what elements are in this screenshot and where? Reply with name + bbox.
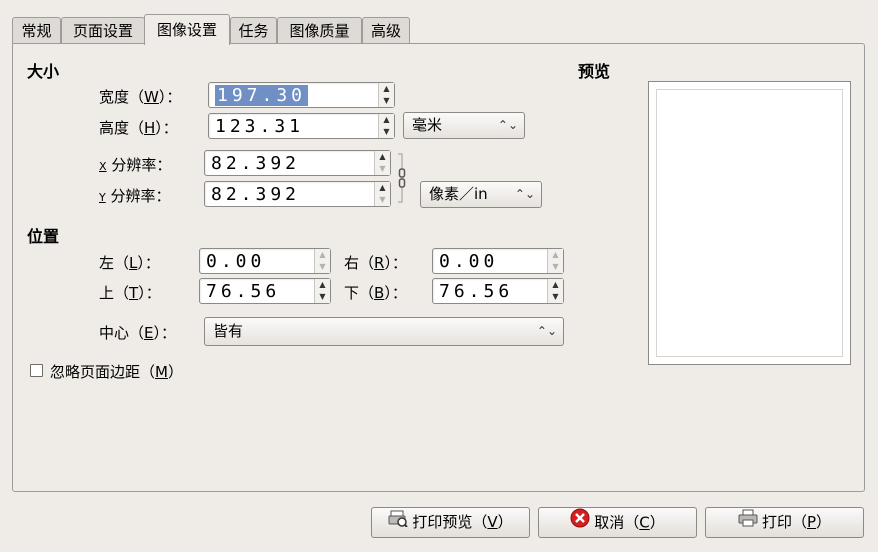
spin-up-icon: ▲ (379, 152, 386, 161)
tab-advanced[interactable]: 高级 (362, 17, 410, 43)
left-value: 0.00 (206, 251, 266, 272)
left-spin-arrows[interactable]: ▲ ▼ (314, 249, 330, 273)
height-spin-arrows[interactable]: ▲ ▼ (378, 114, 394, 138)
width-label: 宽度（W）： (99, 88, 182, 106)
top-spinbox[interactable]: 76.56 ▲ ▼ (199, 278, 331, 304)
spin-up-icon: ▲ (379, 183, 386, 192)
cancel-button[interactable]: 取消（C） (538, 507, 697, 538)
bottom-spinbox[interactable]: 76.56 ▲ ▼ (432, 278, 564, 304)
tab-label: 图像质量 (289, 22, 350, 40)
preview-area (648, 81, 851, 365)
y-resolution-value: 82.392 (211, 184, 301, 205)
spin-up-icon: ▲ (552, 250, 559, 259)
x-resolution-label: X 分辨率： (99, 156, 172, 174)
tab-general[interactable]: 常规 (12, 17, 61, 43)
ignore-margins-checkbox[interactable] (30, 364, 43, 377)
height-value: 123.31 (215, 116, 305, 137)
tab-label: 页面设置 (72, 22, 133, 40)
spin-down-icon: ▼ (379, 195, 386, 204)
spin-down-icon: ▼ (319, 292, 326, 301)
spin-down-icon: ▼ (383, 127, 390, 136)
spin-down-icon: ▼ (552, 262, 559, 271)
preview-heading: 预览 (578, 62, 611, 81)
preview-page (656, 89, 843, 357)
bottom-value: 76.56 (439, 281, 514, 302)
right-spinbox[interactable]: 0.00 ▲ ▼ (432, 248, 564, 274)
print-preview-icon (388, 508, 409, 537)
left-spinbox[interactable]: 0.00 ▲ ▼ (199, 248, 331, 274)
chevron-updown-icon: ⌃⌄ (536, 324, 557, 338)
spin-up-icon: ▲ (383, 115, 390, 124)
spin-up-icon: ▲ (319, 250, 326, 259)
spin-down-icon: ▼ (379, 164, 386, 173)
spin-down-icon: ▼ (552, 292, 559, 301)
center-select[interactable]: 皆有 ⌃⌄ (204, 317, 564, 346)
printer-icon (738, 508, 758, 537)
center-label: 中心（E）： (99, 324, 177, 342)
tab-image-quality[interactable]: 图像质量 (277, 17, 362, 43)
bottom-label: 下（B）： (344, 284, 407, 302)
width-spin-arrows[interactable]: ▲ ▼ (378, 83, 394, 107)
cancel-icon (570, 508, 590, 538)
height-spinbox[interactable]: 123.31 ▲ ▼ (208, 113, 395, 139)
y-resolution-spinbox[interactable]: 82.392 ▲ ▼ (204, 181, 391, 207)
bottom-spin-arrows[interactable]: ▲ ▼ (547, 279, 563, 303)
tab-page-setup[interactable]: 页面设置 (61, 17, 145, 43)
ignore-margins-label[interactable]: 忽略页面边距（M） (50, 361, 183, 382)
height-label: 高度（H）： (99, 119, 178, 137)
width-value: 197.30 (215, 85, 309, 106)
center-value: 皆有 (213, 322, 244, 340)
tab-label: 常规 (21, 22, 52, 40)
y-resolution-label: Y 分辨率： (99, 187, 171, 205)
top-value: 76.56 (206, 281, 281, 302)
right-spin-arrows[interactable]: ▲ ▼ (547, 249, 563, 273)
spin-up-icon: ▲ (552, 280, 559, 289)
size-unit-select[interactable]: 毫米 ⌃⌄ (403, 112, 525, 139)
x-resolution-spin-arrows[interactable]: ▲ ▼ (374, 151, 390, 175)
top-spin-arrows[interactable]: ▲ ▼ (314, 279, 330, 303)
left-label: 左（L）： (99, 254, 160, 272)
spin-down-icon: ▼ (319, 262, 326, 271)
x-resolution-value: 82.392 (211, 153, 301, 174)
chevron-updown-icon: ⌃⌄ (514, 187, 535, 201)
tab-label: 高级 (370, 22, 401, 40)
position-heading: 位置 (27, 227, 60, 246)
spin-up-icon: ▲ (383, 84, 390, 93)
chevron-updown-icon: ⌃⌄ (497, 118, 518, 132)
tab-image-settings[interactable]: 图像设置 (144, 14, 230, 45)
print-button[interactable]: 打印（P） (705, 507, 864, 538)
tab-label: 图像设置 (156, 21, 217, 39)
width-spinbox[interactable]: 197.30 ▲ ▼ (208, 82, 395, 108)
right-label: 右（R）： (344, 254, 407, 272)
tab-label: 任务 (238, 22, 269, 40)
spin-down-icon: ▼ (383, 96, 390, 105)
tab-jobs[interactable]: 任务 (230, 17, 277, 43)
size-heading: 大小 (27, 62, 60, 81)
y-resolution-spin-arrows[interactable]: ▲ ▼ (374, 182, 390, 206)
resolution-unit-value: 像素／in (429, 185, 488, 203)
spin-up-icon: ▲ (319, 280, 326, 289)
print-preview-button[interactable]: 打印预览（V） (371, 507, 530, 538)
top-label: 上（T）： (99, 284, 161, 302)
resolution-unit-select[interactable]: 像素／in ⌃⌄ (420, 181, 542, 208)
right-value: 0.00 (439, 251, 499, 272)
x-resolution-spinbox[interactable]: 82.392 ▲ ▼ (204, 150, 391, 176)
size-unit-value: 毫米 (412, 116, 443, 134)
chain-link-icon[interactable] (397, 152, 407, 204)
